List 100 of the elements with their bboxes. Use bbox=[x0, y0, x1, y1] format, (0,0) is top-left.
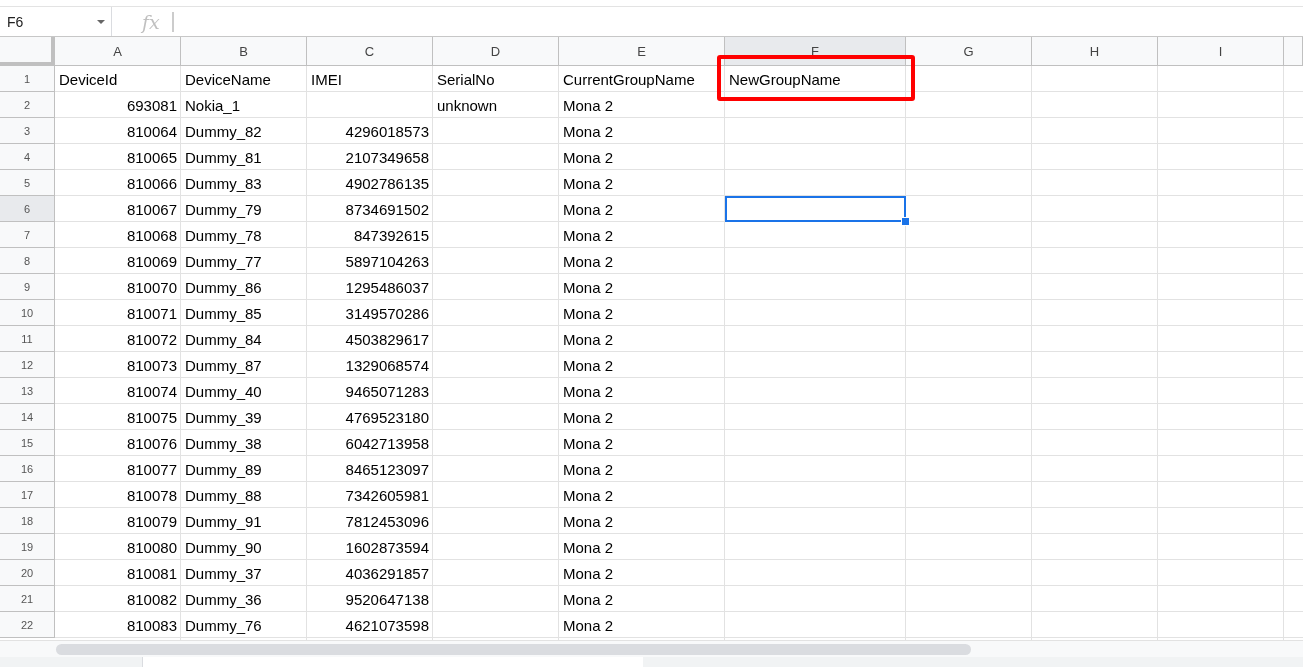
table-cell-text: Mona 2 bbox=[562, 537, 615, 558]
table-cell-text: 810078 bbox=[125, 485, 178, 506]
caret-icon bbox=[97, 19, 105, 24]
fill-handle[interactable] bbox=[901, 217, 910, 226]
row-header[interactable]: 9 bbox=[0, 274, 55, 300]
table-cell-text: Dummy_36 bbox=[184, 589, 263, 610]
table-cell-text: 7812453096 bbox=[344, 511, 430, 532]
table-cell-text: Dummy_87 bbox=[184, 355, 263, 376]
table-cell-text: 1602873594 bbox=[344, 537, 430, 558]
table-cell-text: 810069 bbox=[125, 251, 178, 272]
table-cell-text: Mona 2 bbox=[562, 95, 615, 116]
column-header[interactable]: C bbox=[307, 37, 433, 66]
table-cell-text: Mona 2 bbox=[562, 381, 615, 402]
column-header[interactable]: D bbox=[433, 37, 559, 66]
table-cell-text: Dummy_40 bbox=[184, 381, 263, 402]
table-cell-text: 847392615 bbox=[352, 225, 430, 246]
table-cell-text: Mona 2 bbox=[562, 563, 615, 584]
table-cell-text: 6042713958 bbox=[344, 433, 430, 454]
row-header[interactable]: 2 bbox=[0, 92, 55, 118]
select-all-corner[interactable] bbox=[0, 37, 55, 66]
table-cell-text: 9520647138 bbox=[344, 589, 430, 610]
row-header[interactable]: 16 bbox=[0, 456, 55, 482]
table-cell-text: 4503829617 bbox=[344, 329, 430, 350]
row-header[interactable]: 7 bbox=[0, 222, 55, 248]
table-cell-text: Mona 2 bbox=[562, 173, 615, 194]
scrollbar-thumb[interactable] bbox=[56, 643, 971, 655]
table-cell: NewGroupName bbox=[725, 66, 906, 92]
row-header[interactable]: 6 bbox=[0, 196, 55, 222]
column-header[interactable]: G bbox=[906, 37, 1032, 66]
table-cell-text: 810079 bbox=[125, 511, 178, 532]
row-header[interactable]: 17 bbox=[0, 482, 55, 508]
table-cell-text: Dummy_90 bbox=[184, 537, 263, 558]
table-cell-text: 810066 bbox=[125, 173, 178, 194]
table-cell-text: 810083 bbox=[125, 615, 178, 636]
table-cell-text: Nokia_1 bbox=[184, 95, 242, 116]
table-cell-text: 4769523180 bbox=[344, 407, 430, 428]
table-cell-text: Dummy_88 bbox=[184, 485, 263, 506]
row-header[interactable]: 3 bbox=[0, 118, 55, 144]
table-cell-text: 4621073598 bbox=[344, 615, 430, 636]
row-header[interactable]: 4 bbox=[0, 144, 55, 170]
row-header[interactable]: 14 bbox=[0, 404, 55, 430]
row-header[interactable]: 20 bbox=[0, 560, 55, 586]
table-cell-text: 810081 bbox=[125, 563, 178, 584]
column-header[interactable]: E bbox=[559, 37, 725, 66]
table-cell-text: 810077 bbox=[125, 459, 178, 480]
table-cell-text: Mona 2 bbox=[562, 459, 615, 480]
column-header[interactable]: H bbox=[1032, 37, 1158, 66]
column-header[interactable]: A bbox=[55, 37, 181, 66]
row-header[interactable]: 5 bbox=[0, 170, 55, 196]
table-cell-text: 810082 bbox=[125, 589, 178, 610]
table-cell-text: 810065 bbox=[125, 147, 178, 168]
row-header[interactable]: 22 bbox=[0, 612, 55, 638]
table-cell-text: unknown bbox=[436, 95, 499, 116]
column-header[interactable] bbox=[1284, 37, 1303, 66]
table-cell-text: 4902786135 bbox=[344, 173, 430, 194]
table-cell-text: Mona 2 bbox=[562, 433, 615, 454]
table-cell-text: 8734691502 bbox=[344, 199, 430, 220]
table-cell-text: 4296018573 bbox=[344, 121, 430, 142]
table-cell-text: 1329068574 bbox=[344, 355, 430, 376]
table-cell-text: Mona 2 bbox=[562, 121, 615, 142]
table-cell-text: Mona 2 bbox=[562, 277, 615, 298]
table-cell-text: 5897104263 bbox=[344, 251, 430, 272]
row-header[interactable]: 21 bbox=[0, 586, 55, 612]
row-header[interactable]: 11 bbox=[0, 326, 55, 352]
row-header[interactable]: 10 bbox=[0, 300, 55, 326]
column-header[interactable]: I bbox=[1158, 37, 1284, 66]
table-cell-text: Dummy_79 bbox=[184, 199, 263, 220]
row-header[interactable]: 18 bbox=[0, 508, 55, 534]
table-cell-text: CurrentGroupName bbox=[562, 69, 696, 90]
name-box[interactable]: F6 bbox=[0, 7, 112, 36]
table-cell-text: 693081 bbox=[125, 95, 178, 116]
table-cell-text: DeviceId bbox=[58, 69, 119, 90]
table-cell-text: Dummy_84 bbox=[184, 329, 263, 350]
table-cell-text: 9465071283 bbox=[344, 381, 430, 402]
table-cell-text: DeviceName bbox=[184, 69, 272, 90]
table-cell-text: Mona 2 bbox=[562, 199, 615, 220]
row-header[interactable]: 1 bbox=[0, 66, 55, 92]
row-header[interactable]: 13 bbox=[0, 378, 55, 404]
table-cell-text: Mona 2 bbox=[562, 225, 615, 246]
table-cell-text: Dummy_39 bbox=[184, 407, 263, 428]
table-cell-text: 810080 bbox=[125, 537, 178, 558]
row-header[interactable]: 12 bbox=[0, 352, 55, 378]
table-cell-text: Dummy_86 bbox=[184, 277, 263, 298]
table-cell-text: Dummy_76 bbox=[184, 615, 263, 636]
table-cell-text: 810067 bbox=[125, 199, 178, 220]
row-header[interactable]: 8 bbox=[0, 248, 55, 274]
table-cell-text: 1295486037 bbox=[344, 277, 430, 298]
row-header[interactable]: 19 bbox=[0, 534, 55, 560]
table-cell-text: 810075 bbox=[125, 407, 178, 428]
table-cell-text: Mona 2 bbox=[562, 303, 615, 324]
table-cell-text: Mona 2 bbox=[562, 147, 615, 168]
table-cell-text: 3149570286 bbox=[344, 303, 430, 324]
column-header[interactable]: B bbox=[181, 37, 307, 66]
table-cell-text: Dummy_82 bbox=[184, 121, 263, 142]
table-cell-text: Dummy_37 bbox=[184, 563, 263, 584]
row-header[interactable]: 15 bbox=[0, 430, 55, 456]
table-cell-text: Mona 2 bbox=[562, 251, 615, 272]
table-cell-text: Mona 2 bbox=[562, 511, 615, 532]
table-cell-text: Dummy_81 bbox=[184, 147, 263, 168]
table-cell-text: 4036291857 bbox=[344, 563, 430, 584]
